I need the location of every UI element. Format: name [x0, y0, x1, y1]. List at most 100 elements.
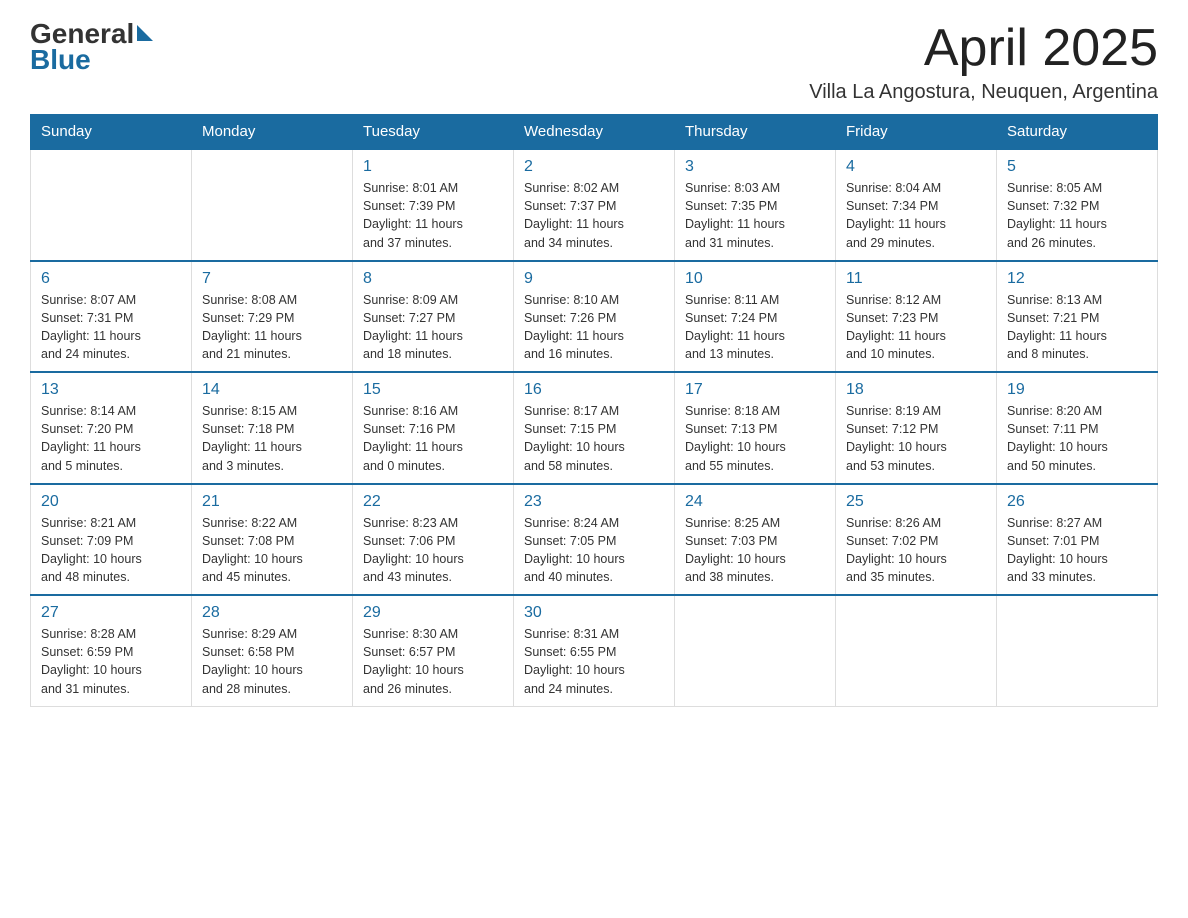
day-number: 27	[41, 604, 181, 622]
day-info: Sunrise: 8:17 AM Sunset: 7:15 PM Dayligh…	[524, 402, 664, 475]
day-number: 28	[202, 604, 342, 622]
calendar-weekday-header: Sunday	[31, 115, 192, 150]
calendar-week-row: 20 Sunrise: 8:21 AM Sunset: 7:09 PM Dayli…	[31, 484, 1158, 596]
calendar-day-cell: 15 Sunrise: 8:16 AM Sunset: 7:16 PM Dayli…	[353, 372, 514, 484]
calendar-day-cell: 7 Sunrise: 8:08 AM Sunset: 7:29 PM Daylig…	[192, 261, 353, 373]
day-number: 15	[363, 381, 503, 399]
calendar-day-cell: 25Sunrise: 8:26 AM Sunset: 7:02 PM Dayli…	[836, 484, 997, 596]
calendar-day-cell	[836, 595, 997, 706]
day-info: Sunrise: 8:03 AM Sunset: 7:35 PM Dayligh…	[685, 179, 825, 252]
calendar-day-cell: 21 Sunrise: 8:22 AM Sunset: 7:08 PM Dayli…	[192, 484, 353, 596]
calendar-day-cell: 29Sunrise: 8:30 AM Sunset: 6:57 PM Dayli…	[353, 595, 514, 706]
calendar-day-cell: 2 Sunrise: 8:02 AM Sunset: 7:37 PM Daylig…	[514, 149, 675, 261]
day-info: Sunrise: 8:18 AM Sunset: 7:13 PM Dayligh…	[685, 402, 825, 475]
day-info: Sunrise: 8:05 AM Sunset: 7:32 PM Dayligh…	[1007, 179, 1147, 252]
location-subtitle: Villa La Angostura, Neuquen, Argentina	[809, 81, 1158, 104]
calendar-day-cell: 27Sunrise: 8:28 AM Sunset: 6:59 PM Dayli…	[31, 595, 192, 706]
day-number: 17	[685, 381, 825, 399]
calendar-weekday-header: Thursday	[675, 115, 836, 150]
calendar-day-cell	[997, 595, 1158, 706]
logo-blue-text: Blue	[30, 46, 153, 74]
calendar-day-cell: 24 Sunrise: 8:25 AM Sunset: 7:03 PM Dayli…	[675, 484, 836, 596]
calendar-table: SundayMondayTuesdayWednesdayThursdayFrid…	[30, 114, 1158, 707]
title-section: April 2025 Villa La Angostura, Neuquen, …	[809, 20, 1158, 104]
day-number: 8	[363, 270, 503, 288]
calendar-header-row: SundayMondayTuesdayWednesdayThursdayFrid…	[31, 115, 1158, 150]
calendar-day-cell: 3 Sunrise: 8:03 AM Sunset: 7:35 PM Daylig…	[675, 149, 836, 261]
day-info: Sunrise: 8:08 AM Sunset: 7:29 PM Dayligh…	[202, 291, 342, 364]
month-title: April 2025	[809, 20, 1158, 77]
day-info: Sunrise: 8:12 AM Sunset: 7:23 PM Dayligh…	[846, 291, 986, 364]
logo-triangle-icon	[135, 25, 153, 43]
calendar-day-cell: 13 Sunrise: 8:14 AM Sunset: 7:20 PM Dayli…	[31, 372, 192, 484]
calendar-day-cell: 28 Sunrise: 8:29 AM Sunset: 6:58 PM Dayli…	[192, 595, 353, 706]
calendar-day-cell: 16 Sunrise: 8:17 AM Sunset: 7:15 PM Dayli…	[514, 372, 675, 484]
day-info: Sunrise: 8:16 AM Sunset: 7:16 PM Dayligh…	[363, 402, 503, 475]
logo: General Blue	[30, 20, 153, 74]
calendar-day-cell: 26 Sunrise: 8:27 AM Sunset: 7:01 PM Dayli…	[997, 484, 1158, 596]
day-number: 26	[1007, 493, 1147, 511]
calendar-day-cell: 4Sunrise: 8:04 AM Sunset: 7:34 PM Daylig…	[836, 149, 997, 261]
day-info: Sunrise: 8:11 AM Sunset: 7:24 PM Dayligh…	[685, 291, 825, 364]
day-number: 14	[202, 381, 342, 399]
calendar-weekday-header: Wednesday	[514, 115, 675, 150]
calendar-day-cell: 20 Sunrise: 8:21 AM Sunset: 7:09 PM Dayli…	[31, 484, 192, 596]
calendar-day-cell: 12 Sunrise: 8:13 AM Sunset: 7:21 PM Dayli…	[997, 261, 1158, 373]
day-number: 9	[524, 270, 664, 288]
calendar-day-cell: 8 Sunrise: 8:09 AM Sunset: 7:27 PM Daylig…	[353, 261, 514, 373]
day-info: Sunrise: 8:14 AM Sunset: 7:20 PM Dayligh…	[41, 402, 181, 475]
calendar-day-cell: 23 Sunrise: 8:24 AM Sunset: 7:05 PM Dayli…	[514, 484, 675, 596]
day-info: Sunrise: 8:22 AM Sunset: 7:08 PM Dayligh…	[202, 514, 342, 587]
calendar-day-cell	[31, 149, 192, 261]
day-number: 13	[41, 381, 181, 399]
calendar-day-cell	[192, 149, 353, 261]
day-number: 3	[685, 158, 825, 176]
day-info: Sunrise: 8:29 AM Sunset: 6:58 PM Dayligh…	[202, 625, 342, 698]
day-number: 12	[1007, 270, 1147, 288]
day-info: Sunrise: 8:26 AM Sunset: 7:02 PM Dayligh…	[846, 514, 986, 587]
day-number: 22	[363, 493, 503, 511]
day-number: 23	[524, 493, 664, 511]
day-info: Sunrise: 8:02 AM Sunset: 7:37 PM Dayligh…	[524, 179, 664, 252]
day-number: 2	[524, 158, 664, 176]
day-info: Sunrise: 8:01 AM Sunset: 7:39 PM Dayligh…	[363, 179, 503, 252]
calendar-day-cell: 22 Sunrise: 8:23 AM Sunset: 7:06 PM Dayli…	[353, 484, 514, 596]
day-info: Sunrise: 8:23 AM Sunset: 7:06 PM Dayligh…	[363, 514, 503, 587]
day-info: Sunrise: 8:24 AM Sunset: 7:05 PM Dayligh…	[524, 514, 664, 587]
calendar-week-row: 27Sunrise: 8:28 AM Sunset: 6:59 PM Dayli…	[31, 595, 1158, 706]
calendar-day-cell: 18Sunrise: 8:19 AM Sunset: 7:12 PM Dayli…	[836, 372, 997, 484]
day-number: 24	[685, 493, 825, 511]
day-info: Sunrise: 8:15 AM Sunset: 7:18 PM Dayligh…	[202, 402, 342, 475]
day-number: 1	[363, 158, 503, 176]
calendar-day-cell: 6Sunrise: 8:07 AM Sunset: 7:31 PM Daylig…	[31, 261, 192, 373]
day-number: 11	[846, 270, 986, 288]
day-info: Sunrise: 8:30 AM Sunset: 6:57 PM Dayligh…	[363, 625, 503, 698]
calendar-weekday-header: Friday	[836, 115, 997, 150]
calendar-day-cell: 10Sunrise: 8:11 AM Sunset: 7:24 PM Dayli…	[675, 261, 836, 373]
calendar-week-row: 6Sunrise: 8:07 AM Sunset: 7:31 PM Daylig…	[31, 261, 1158, 373]
day-number: 16	[524, 381, 664, 399]
day-number: 19	[1007, 381, 1147, 399]
day-number: 21	[202, 493, 342, 511]
calendar-day-cell: 11 Sunrise: 8:12 AM Sunset: 7:23 PM Dayli…	[836, 261, 997, 373]
calendar-day-cell: 1 Sunrise: 8:01 AM Sunset: 7:39 PM Daylig…	[353, 149, 514, 261]
calendar-week-row: 13 Sunrise: 8:14 AM Sunset: 7:20 PM Dayli…	[31, 372, 1158, 484]
day-info: Sunrise: 8:09 AM Sunset: 7:27 PM Dayligh…	[363, 291, 503, 364]
day-number: 20	[41, 493, 181, 511]
calendar-day-cell	[675, 595, 836, 706]
calendar-day-cell: 30Sunrise: 8:31 AM Sunset: 6:55 PM Dayli…	[514, 595, 675, 706]
calendar-week-row: 1 Sunrise: 8:01 AM Sunset: 7:39 PM Daylig…	[31, 149, 1158, 261]
calendar-weekday-header: Saturday	[997, 115, 1158, 150]
day-info: Sunrise: 8:04 AM Sunset: 7:34 PM Dayligh…	[846, 179, 986, 252]
calendar-day-cell: 17 Sunrise: 8:18 AM Sunset: 7:13 PM Dayli…	[675, 372, 836, 484]
calendar-day-cell: 19Sunrise: 8:20 AM Sunset: 7:11 PM Dayli…	[997, 372, 1158, 484]
day-info: Sunrise: 8:21 AM Sunset: 7:09 PM Dayligh…	[41, 514, 181, 587]
calendar-day-cell: 9Sunrise: 8:10 AM Sunset: 7:26 PM Daylig…	[514, 261, 675, 373]
day-info: Sunrise: 8:13 AM Sunset: 7:21 PM Dayligh…	[1007, 291, 1147, 364]
day-number: 7	[202, 270, 342, 288]
calendar-weekday-header: Monday	[192, 115, 353, 150]
day-info: Sunrise: 8:27 AM Sunset: 7:01 PM Dayligh…	[1007, 514, 1147, 587]
day-number: 18	[846, 381, 986, 399]
day-info: Sunrise: 8:25 AM Sunset: 7:03 PM Dayligh…	[685, 514, 825, 587]
day-number: 30	[524, 604, 664, 622]
